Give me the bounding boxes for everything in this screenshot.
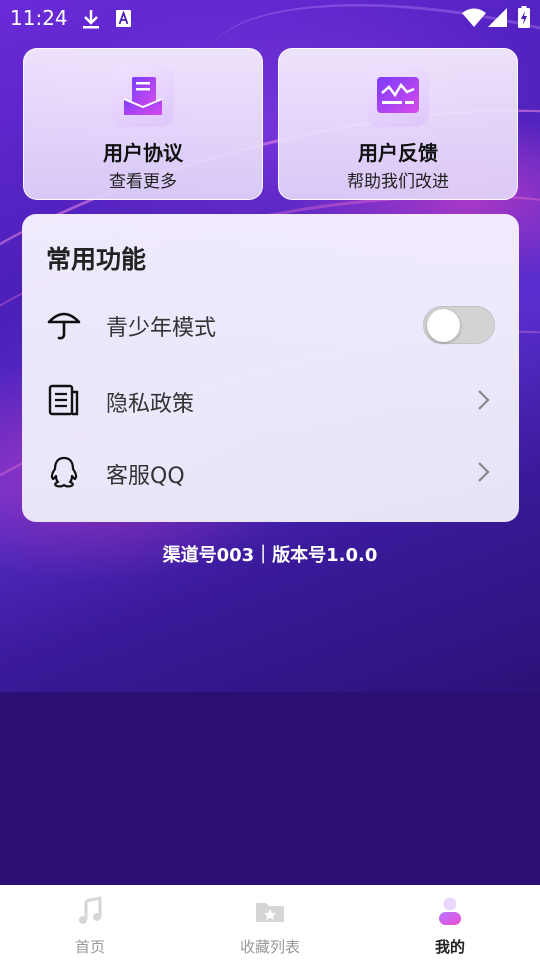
battery-charging-icon: [518, 6, 530, 28]
card-subtitle: 帮助我们改进: [347, 172, 449, 192]
feedback-icon: [367, 65, 429, 127]
privacy-policy-label: 隐私政策: [106, 392, 195, 417]
user-agreement-card[interactable]: 用户协议 查看更多: [23, 48, 263, 200]
qq-icon: [50, 456, 78, 488]
card-title: 用户反馈: [358, 141, 438, 165]
tab-label: 首页: [74, 938, 105, 956]
folder-star-icon: [256, 903, 284, 922]
content-background: [0, 692, 540, 885]
tab-label: 我的: [434, 938, 465, 956]
teen-mode-toggle[interactable]: [423, 306, 495, 344]
signal-icon: [488, 8, 507, 27]
toggle-knob: [427, 309, 460, 342]
privacy-policy-row[interactable]: 隐私政策: [22, 368, 519, 432]
card-title: 用户协议: [103, 141, 183, 165]
chevron-right-icon: [478, 462, 490, 482]
download-icon: [83, 10, 99, 29]
user-icon: [439, 897, 461, 925]
teen-mode-row[interactable]: 青少年模式: [22, 292, 519, 356]
wifi-icon: [462, 8, 486, 27]
teen-mode-label: 青少年模式: [106, 316, 217, 341]
customer-service-qq-row[interactable]: 客服QQ: [22, 440, 519, 504]
chevron-right-icon: [478, 390, 490, 410]
tab-mine[interactable]: 我的: [360, 885, 540, 960]
tab-favorites[interactable]: 收藏列表: [180, 885, 360, 960]
bottom-tab-bar: 首页 收藏列表 我的: [0, 885, 540, 960]
common-functions-panel: 常用功能 青少年模式 隐私政策 客服QQ: [22, 214, 519, 522]
document-icon: [48, 384, 79, 416]
status-bar: 11:24: [0, 0, 540, 36]
notification-a-icon: [116, 10, 131, 27]
music-note-icon: [79, 896, 102, 924]
card-subtitle: 查看更多: [109, 172, 177, 192]
customer-service-qq-label: 客服QQ: [106, 464, 185, 489]
agreement-icon: [112, 65, 174, 127]
version-info: 渠道号003｜版本号1.0.0: [162, 545, 378, 566]
status-time: 11:24: [10, 6, 68, 30]
tab-home[interactable]: 首页: [0, 885, 180, 960]
umbrella-icon: [47, 312, 81, 340]
user-feedback-card[interactable]: 用户反馈 帮助我们改进: [278, 48, 518, 200]
section-title: 常用功能: [46, 245, 147, 274]
tab-label: 收藏列表: [239, 938, 300, 956]
